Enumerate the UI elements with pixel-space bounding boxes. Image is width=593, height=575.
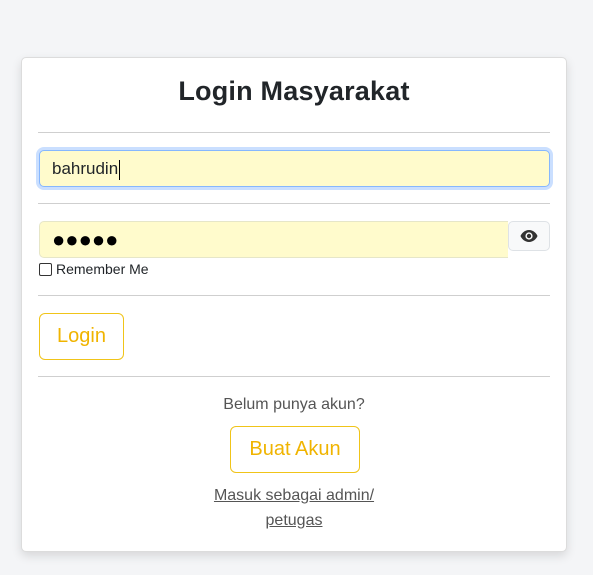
remember-checkbox[interactable] (39, 262, 52, 276)
divider (38, 376, 550, 377)
login-button[interactable]: Login (39, 313, 124, 360)
eye-icon (520, 230, 538, 242)
admin-login-link[interactable]: Masuk sebagai admin/ petugas (22, 483, 566, 533)
create-account-button[interactable]: Buat Akun (230, 426, 360, 473)
admin-link-line1: Masuk sebagai admin/ (213, 487, 375, 504)
login-card: Login Masyarakat bahrudin ●●●●● Remember… (21, 57, 567, 552)
divider (38, 295, 550, 296)
admin-link-line2: petugas (265, 512, 323, 529)
username-input[interactable]: bahrudin (39, 150, 550, 187)
divider (38, 132, 550, 133)
page-title: Login Masyarakat (178, 76, 410, 106)
password-input[interactable]: ●●●●● (39, 221, 508, 258)
username-value: bahrudin (52, 159, 119, 178)
remember-me[interactable]: Remember Me (39, 261, 149, 277)
remember-label: Remember Me (56, 261, 149, 277)
text-caret (119, 159, 121, 180)
password-value: ●●●●● (52, 227, 119, 252)
divider (38, 203, 550, 204)
toggle-password-button[interactable] (508, 221, 550, 251)
no-account-text: Belum punya akun? (223, 396, 365, 413)
